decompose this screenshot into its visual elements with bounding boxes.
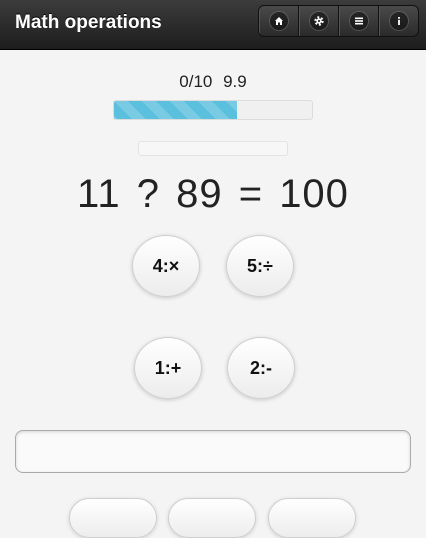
- equation-left-operand: 11: [77, 172, 121, 216]
- list-icon: [349, 12, 368, 30]
- app-title: Math operations: [15, 12, 162, 33]
- operator-multiply-button[interactable]: 4:×: [132, 235, 200, 297]
- bottom-button-2[interactable]: [168, 498, 256, 538]
- equation-right-operand: 89: [176, 172, 223, 216]
- operator-add-button[interactable]: 1:+: [134, 337, 202, 399]
- bottom-button-3[interactable]: [268, 498, 356, 538]
- answer-input[interactable]: [15, 430, 411, 473]
- nav-menu-button[interactable]: [339, 6, 379, 36]
- equation-result: 100: [279, 172, 349, 216]
- operator-subtract-button[interactable]: 2:-: [227, 337, 295, 399]
- equation-equals: =: [238, 172, 264, 216]
- progress-bar-fill: [114, 101, 237, 119]
- info-icon: [389, 12, 408, 30]
- operator-divide-button[interactable]: 5:÷: [226, 235, 294, 297]
- nav-button-group: [258, 5, 419, 37]
- timer-value: 9.9: [223, 72, 247, 91]
- equation-unknown-operator: ?: [136, 172, 160, 216]
- equation: 11 ? 89 = 100: [0, 172, 426, 217]
- score-line: 0/10 9.9: [0, 72, 426, 92]
- gear-icon: [309, 12, 328, 30]
- bottom-button-1[interactable]: [69, 498, 157, 538]
- nav-info-button[interactable]: [379, 6, 418, 36]
- home-icon: [269, 12, 288, 30]
- score-counter: 0/10: [179, 72, 213, 91]
- app-header: Math operations: [0, 0, 426, 50]
- nav-settings-button[interactable]: [299, 6, 339, 36]
- progress-bar: [113, 100, 313, 120]
- nav-home-button[interactable]: [259, 6, 299, 36]
- feedback-box: [138, 141, 288, 156]
